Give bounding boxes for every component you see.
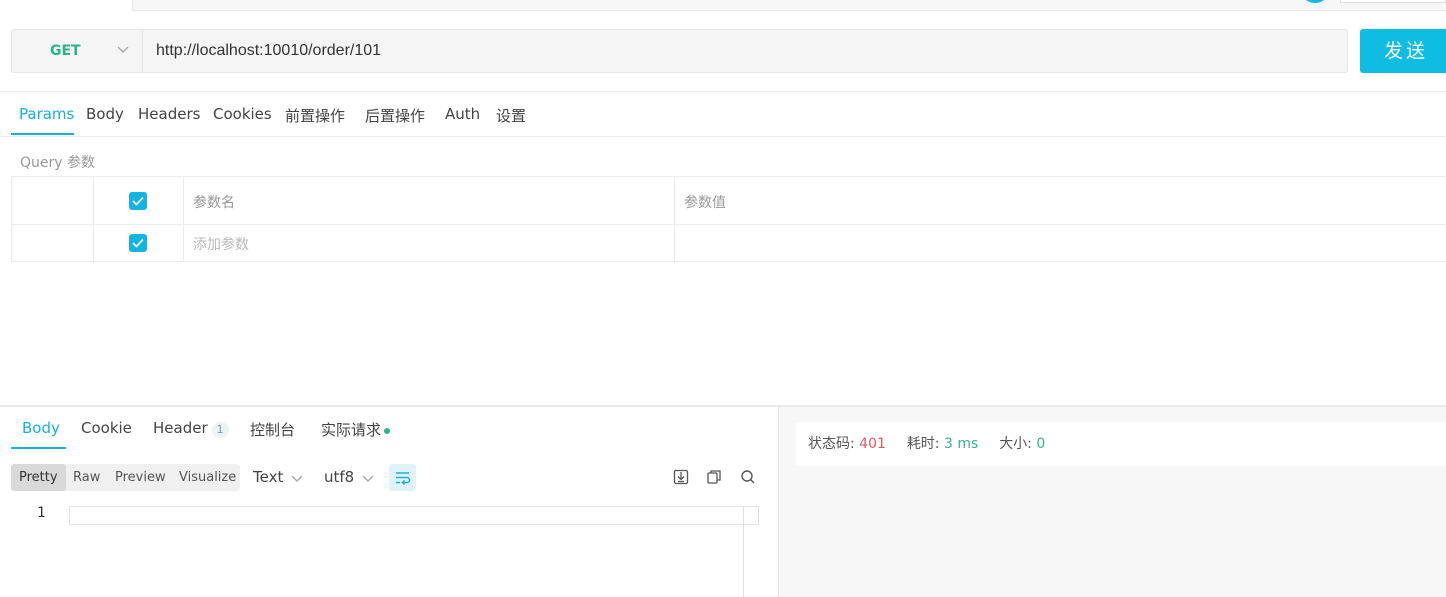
url-bar: GET http://localhost:10010/order/101 发送 bbox=[0, 29, 1446, 73]
response-size-label: 大小: bbox=[999, 436, 1032, 452]
response-tab-console[interactable]: 控制台 bbox=[250, 419, 295, 440]
table-row: 添加参数 bbox=[12, 225, 1446, 262]
chevron-down-icon bbox=[362, 475, 374, 482]
add-param-cell[interactable]: 添加参数 bbox=[184, 225, 675, 262]
format-preview[interactable]: Preview bbox=[107, 464, 174, 491]
check-icon bbox=[132, 238, 144, 248]
environment-select[interactable] bbox=[1340, 0, 1446, 3]
url-input[interactable]: http://localhost:10010/order/101 bbox=[143, 29, 1348, 73]
tab-pre-request[interactable]: 前置操作 bbox=[285, 105, 345, 126]
tab-cookies[interactable]: Cookies bbox=[213, 105, 272, 123]
table-header-row: 参数名 参数值 bbox=[12, 177, 1446, 225]
tab-post-request[interactable]: 后置操作 bbox=[365, 105, 425, 126]
response-meta-panel: 状态码: 401 耗时: 3 ms 大小: 0 bbox=[778, 407, 1446, 597]
drag-cell bbox=[12, 225, 94, 262]
response-panel: Body Cookie Header 1 控制台 实际请求 Pretty Raw … bbox=[0, 407, 778, 597]
format-pretty[interactable]: Pretty bbox=[11, 464, 66, 491]
header-count-badge: 1 bbox=[211, 422, 229, 438]
code-line[interactable] bbox=[69, 506, 759, 525]
query-params-label: Query 参数 bbox=[20, 155, 95, 171]
response-tab-header-label: Header bbox=[153, 419, 208, 437]
param-value-header: 参数值 bbox=[684, 195, 726, 211]
search-icon[interactable] bbox=[739, 468, 757, 486]
content-type-select[interactable]: Text bbox=[253, 468, 283, 486]
params-table: 参数名 参数值 添加参数 bbox=[11, 176, 1446, 262]
param-value-cell[interactable] bbox=[675, 225, 1446, 262]
status-code-value: 401 bbox=[859, 436, 886, 452]
elapsed-time-label: 耗时: bbox=[906, 436, 940, 452]
wrap-lines-icon bbox=[396, 472, 411, 486]
format-visualize[interactable]: Visualize bbox=[171, 464, 244, 491]
tab-settings[interactable]: 设置 bbox=[496, 105, 526, 126]
status-code-label: 状态码: bbox=[808, 436, 855, 452]
response-editor[interactable]: 1 bbox=[11, 505, 759, 597]
drag-cell bbox=[12, 177, 94, 224]
row-checkbox[interactable] bbox=[129, 234, 147, 252]
select-all-checkbox[interactable] bbox=[129, 192, 147, 210]
api-client-window: GET http://localhost:10010/order/101 发送 … bbox=[0, 0, 1446, 597]
check-icon bbox=[132, 196, 144, 206]
wrap-lines-button[interactable] bbox=[389, 464, 416, 491]
response-status-bar: 状态码: 401 耗时: 3 ms 大小: 0 bbox=[796, 422, 1446, 466]
send-button[interactable]: 发送 bbox=[1360, 29, 1446, 73]
download-icon[interactable] bbox=[672, 468, 690, 486]
response-tab-header[interactable]: Header 1 bbox=[153, 419, 229, 438]
encoding-select[interactable]: utf8 bbox=[324, 468, 354, 486]
editor-scrollbar[interactable] bbox=[743, 506, 744, 597]
top-tab-strip bbox=[0, 0, 1446, 11]
active-request-tab[interactable] bbox=[0, 0, 133, 11]
tab-params[interactable]: Params bbox=[19, 105, 74, 123]
method-label: GET bbox=[50, 43, 81, 59]
response-tab-actual-request[interactable]: 实际请求 bbox=[321, 419, 391, 440]
tab-body[interactable]: Body bbox=[86, 105, 124, 123]
add-param-input[interactable]: 添加参数 bbox=[193, 234, 249, 254]
request-tabs: Params Body Headers Cookies 前置操作 后置操作 Au… bbox=[0, 92, 1446, 137]
tab-auth[interactable]: Auth bbox=[445, 105, 480, 123]
format-toggle-group: Pretty Raw Preview Visualize bbox=[11, 464, 240, 491]
response-tab-actual-request-label: 实际请求 bbox=[321, 421, 382, 439]
active-tab-indicator bbox=[11, 133, 74, 135]
response-tab-body[interactable]: Body bbox=[22, 419, 60, 437]
param-name-header: 参数名 bbox=[193, 195, 235, 211]
response-size-value: 0 bbox=[1036, 436, 1046, 452]
chevron-down-icon bbox=[291, 475, 303, 482]
value-header-cell: 参数值 bbox=[675, 177, 1446, 224]
indicator-dot bbox=[384, 427, 391, 434]
response-tab-cookie[interactable]: Cookie bbox=[81, 419, 132, 437]
method-select[interactable]: GET bbox=[11, 29, 143, 73]
active-response-tab-indicator bbox=[11, 447, 66, 449]
elapsed-time-value: 3 ms bbox=[943, 436, 979, 452]
format-raw[interactable]: Raw bbox=[65, 464, 108, 491]
tab-headers[interactable]: Headers bbox=[138, 105, 200, 123]
tab-bar-background bbox=[133, 0, 1446, 11]
name-header-cell: 参数名 bbox=[184, 177, 675, 224]
line-number: 1 bbox=[37, 505, 46, 521]
chevron-down-icon bbox=[117, 46, 129, 53]
copy-icon[interactable] bbox=[705, 468, 723, 486]
